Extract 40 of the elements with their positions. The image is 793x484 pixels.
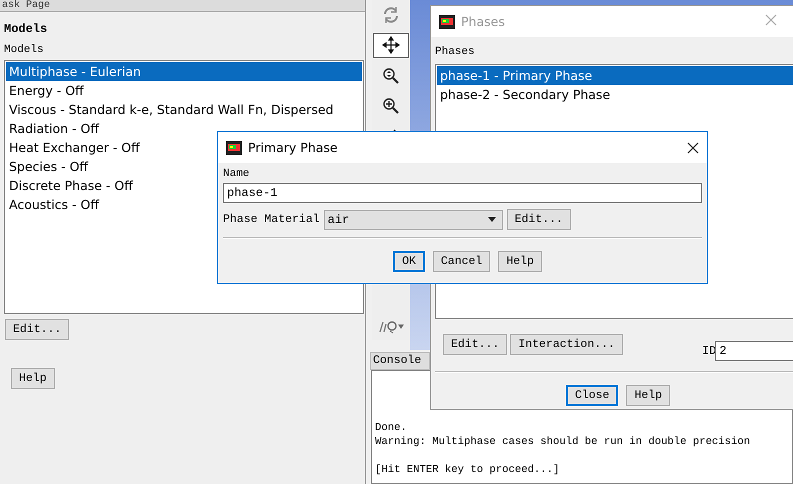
console-line: [Hit ENTER key to proceed...] [375,463,560,477]
console-line: Done. [375,421,408,435]
app-icon [226,140,242,154]
field-label: Phase Material [223,213,320,226]
field-label: Name [223,168,250,180]
dialog-title: Primary Phase [248,140,339,155]
dialog-button[interactable]: Interaction... [510,334,623,354]
edit-button[interactable]: Edit... [506,209,571,230]
console-line: Warning: Multiphase cases should be run in double precision [375,435,752,449]
phase-item[interactable]: phase-1 - Primary Phase [437,66,793,85]
dialog-button[interactable]: OK [393,251,425,272]
zoom-in-icon[interactable] [382,97,400,116]
panel-title: ask Page [0,0,365,12]
console-tab[interactable]: Console [370,352,430,370]
rotate-icon[interactable] [382,6,400,24]
id-field[interactable]: 2 [715,341,793,361]
close-icon[interactable] [687,142,699,154]
phase-item[interactable]: phase-2 - Secondary Phase [437,85,793,104]
model-item[interactable]: Multiphase - Eulerian [6,62,362,81]
dropdown-arrow-icon [488,217,496,222]
dialog-button[interactable]: Help [498,251,542,272]
dialog-button[interactable]: Help [626,385,670,406]
material-dropdown[interactable]: air [324,210,503,230]
edit-button[interactable]: Edit... [5,319,70,340]
light-icon[interactable] [378,320,404,334]
list-label: Models [4,44,45,56]
list-label: Phases [435,46,476,58]
move-icon[interactable] [382,36,400,54]
model-item[interactable]: Energy - Off [6,81,362,100]
dialog-button[interactable]: Edit... [443,334,508,354]
help-button[interactable]: Help [11,368,55,389]
zoom-fit-icon[interactable] [382,66,400,85]
section-heading: Models [4,22,48,36]
dialog-title: Phases [461,14,506,29]
model-item[interactable]: Viscous - Standard k-e, Standard Wall Fn, Dispersed [6,100,362,119]
dialog-button[interactable]: Close [566,385,618,406]
model-item[interactable]: Radiation - Off [6,119,362,138]
dialog-button[interactable]: Cancel [432,251,490,272]
app-icon [439,14,455,28]
name-field[interactable]: phase-1 [223,183,702,203]
